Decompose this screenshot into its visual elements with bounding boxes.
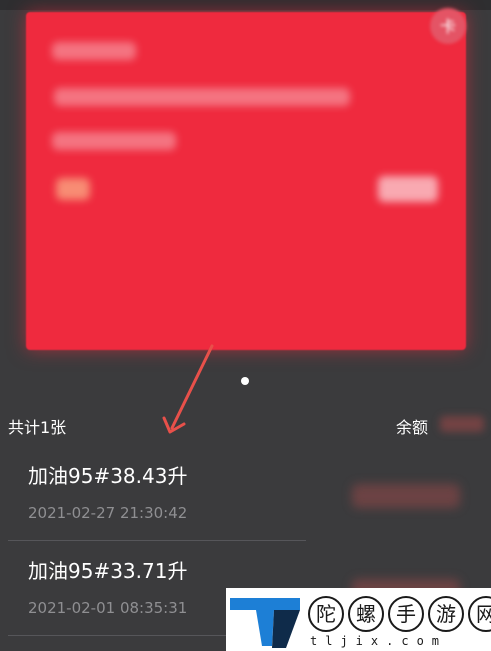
card-count-label: 共计1张 [8,418,67,437]
record-time: 2021-02-01 08:35:31 [28,599,188,617]
divider [8,540,306,541]
annotation-arrow [162,344,214,434]
record-title: 加油95#38.43升 [28,464,188,488]
watermark-char: 网 [468,596,491,632]
watermark-char: 手 [388,596,424,632]
balance-label: 余额 [396,418,429,437]
watermark-char: 游 [428,596,464,632]
record-time: 2021-02-27 21:30:42 [28,504,188,522]
watermark-char: 陀 [308,596,344,632]
balance-value-redacted [440,416,484,432]
record-amount-redacted [352,484,460,508]
watermark-domain: tljix.com [310,634,448,648]
site-watermark: 陀 螺 手 游 网 tljix.com [226,588,491,651]
record-title: 加油95#33.71升 [28,559,188,583]
watermark-char: 螺 [348,596,384,632]
watermark-logo-icon [230,598,300,648]
